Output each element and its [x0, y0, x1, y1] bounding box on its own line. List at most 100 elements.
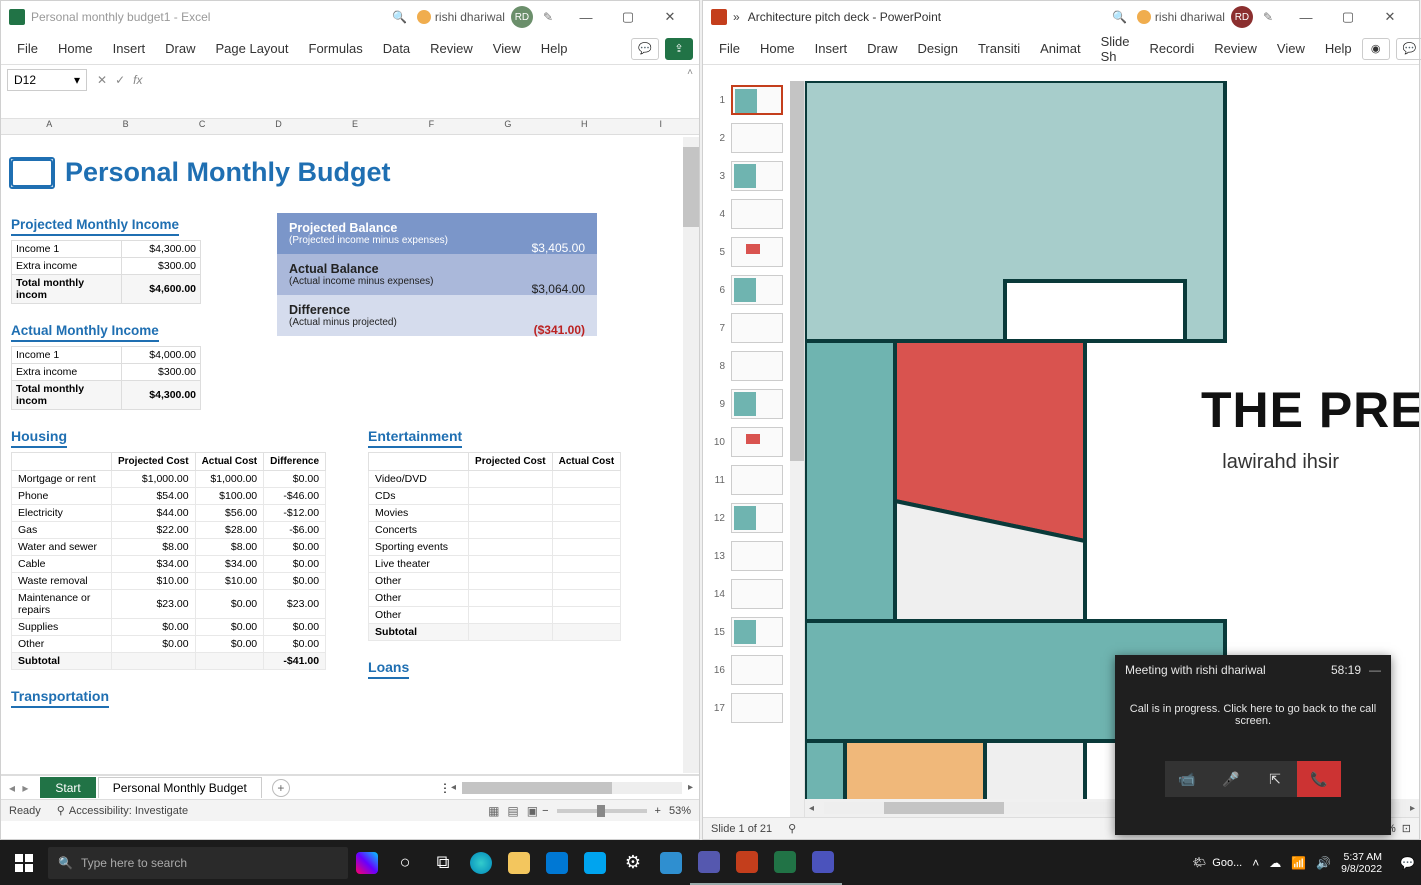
excel-horizontal-scrollbar[interactable]: ⋮◂▸: [290, 781, 699, 795]
maximize-button[interactable]: ▢: [1327, 1, 1369, 33]
store-icon[interactable]: [576, 840, 614, 885]
view-mode-icons[interactable]: ▦▤▣: [484, 804, 542, 818]
warning-icon[interactable]: [1137, 10, 1151, 24]
ribbon-tab-help[interactable]: Help: [531, 33, 578, 65]
slide-title[interactable]: THE PREP: [1201, 381, 1419, 439]
slide-thumbnail-10[interactable]: 10: [703, 423, 804, 461]
enter-icon[interactable]: ✓: [115, 73, 125, 87]
warning-icon[interactable]: [417, 10, 431, 24]
close-button[interactable]: ✕: [1369, 1, 1411, 33]
slide-thumbnail-8[interactable]: 8: [703, 347, 804, 385]
user-avatar[interactable]: RD: [511, 6, 533, 28]
excel-taskbar-icon[interactable]: [766, 840, 804, 885]
ribbon-tab-help[interactable]: Help: [1315, 33, 1362, 65]
slide-thumbnail-7[interactable]: 7: [703, 309, 804, 347]
ribbon-tab-draw[interactable]: Draw: [857, 33, 907, 65]
zoom-in-icon[interactable]: +: [655, 805, 661, 817]
ribbon-tab-file[interactable]: File: [709, 33, 750, 65]
ribbon-tab-draw[interactable]: Draw: [155, 33, 205, 65]
wifi-icon[interactable]: 📶: [1291, 856, 1306, 870]
call-message[interactable]: Call is in progress. Click here to go ba…: [1115, 685, 1391, 741]
zoom-slider[interactable]: [557, 809, 647, 813]
share-screen-button[interactable]: ⇱: [1253, 761, 1297, 797]
slide-thumbnail-5[interactable]: 5: [703, 233, 804, 271]
minimize-call-icon[interactable]: —: [1369, 663, 1381, 677]
ribbon-tab-file[interactable]: File: [7, 33, 48, 65]
chevron-right-icon[interactable]: »: [733, 10, 740, 24]
slide-thumbnail-3[interactable]: 3: [703, 157, 804, 195]
slide-thumbnail-9[interactable]: 9: [703, 385, 804, 423]
notifications-icon[interactable]: 💬: [1400, 856, 1415, 870]
add-sheet-button[interactable]: +: [272, 779, 290, 797]
chevron-down-icon[interactable]: ▾: [74, 73, 80, 87]
slide-thumbnail-11[interactable]: 11: [703, 461, 804, 499]
comments-icon[interactable]: 💬: [631, 38, 659, 60]
powerpoint-taskbar-icon[interactable]: [728, 840, 766, 885]
ribbon-tab-insert[interactable]: Insert: [103, 33, 156, 65]
zoom-level[interactable]: 53%: [669, 805, 691, 817]
slide-thumbnail-13[interactable]: 13: [703, 537, 804, 575]
slide-subtitle[interactable]: lawirahd ihsir: [1222, 451, 1339, 474]
slide-thumbnail-15[interactable]: 15: [703, 613, 804, 651]
ribbon-tab-review[interactable]: Review: [1204, 33, 1267, 65]
slide-thumbnail-6[interactable]: 6: [703, 271, 804, 309]
name-box[interactable]: D12▾: [7, 69, 87, 91]
teams-call-overlay[interactable]: Meeting with rishi dhariwal 58:19 — Call…: [1115, 655, 1391, 835]
onedrive-icon[interactable]: ☁: [1269, 856, 1281, 870]
tray-chevron-icon[interactable]: ˄: [1252, 856, 1259, 870]
teams-icon[interactable]: [690, 840, 728, 885]
edge-icon[interactable]: [462, 840, 500, 885]
formula-input[interactable]: [150, 69, 699, 115]
start-button[interactable]: [0, 840, 48, 885]
camera-button[interactable]: 📹: [1165, 761, 1209, 797]
ribbon-tab-recording[interactable]: Recordi: [1140, 33, 1205, 65]
ribbon-tab-formulas[interactable]: Formulas: [299, 33, 373, 65]
ribbon-tab-page-layout[interactable]: Page Layout: [206, 33, 299, 65]
slide-thumbnail-1[interactable]: 1: [703, 81, 804, 119]
minimize-button[interactable]: —: [565, 1, 607, 33]
volume-icon[interactable]: 🔊: [1316, 856, 1331, 870]
zoom-out-icon[interactable]: −: [542, 805, 548, 817]
slide-thumbnail-16[interactable]: 16: [703, 651, 804, 689]
ribbon-tab-design[interactable]: Design: [908, 33, 968, 65]
sheet-tab-start[interactable]: Start: [40, 777, 95, 798]
ribbon-tab-home[interactable]: Home: [750, 33, 805, 65]
ribbon-tab-data[interactable]: Data: [373, 33, 420, 65]
user-avatar[interactable]: RD: [1231, 6, 1253, 28]
ribbon-tab-view[interactable]: View: [1267, 33, 1315, 65]
fit-to-window-icon[interactable]: ⊡: [1402, 822, 1411, 835]
slide-thumbnail-17[interactable]: 17: [703, 689, 804, 727]
rainbow-icon[interactable]: [348, 840, 386, 885]
maximize-button[interactable]: ▢: [607, 1, 649, 33]
file-explorer-icon[interactable]: [500, 840, 538, 885]
mic-button[interactable]: 🎤: [1209, 761, 1253, 797]
fx-icon[interactable]: fx: [133, 73, 142, 87]
thumbnail-scrollbar[interactable]: [790, 81, 804, 817]
close-button[interactable]: ✕: [649, 1, 691, 33]
search-icon[interactable]: 🔍: [392, 10, 407, 24]
ribbon-tab-transition[interactable]: Transiti: [968, 33, 1030, 65]
sheet-nav-arrows[interactable]: ◂ ▸: [1, 781, 38, 795]
accessibility-status[interactable]: Accessibility: Investigate: [69, 805, 188, 817]
hangup-button[interactable]: 📞: [1297, 761, 1341, 797]
expand-formula-bar-icon[interactable]: ˄: [687, 67, 693, 78]
record-icon[interactable]: ◉: [1362, 38, 1390, 60]
ribbon-tab-insert[interactable]: Insert: [805, 33, 858, 65]
comments-icon[interactable]: 💬: [1396, 38, 1421, 60]
accessibility-icon[interactable]: ⚲: [57, 804, 65, 817]
ribbon-tab-slideshow[interactable]: Slide Sh: [1091, 33, 1140, 65]
ribbon-tab-review[interactable]: Review: [420, 33, 483, 65]
pen-icon[interactable]: ✎: [1263, 10, 1273, 24]
slide-thumbnail-2[interactable]: 2: [703, 119, 804, 157]
mail-icon[interactable]: [538, 840, 576, 885]
sheet-area[interactable]: Personal Monthly Budget Projected Monthl…: [1, 135, 699, 775]
teams-taskbar-icon[interactable]: [804, 840, 842, 885]
cortana-icon[interactable]: ○: [386, 840, 424, 885]
calculator-icon[interactable]: [652, 840, 690, 885]
minimize-button[interactable]: —: [1285, 1, 1327, 33]
share-button[interactable]: ⇪: [665, 38, 693, 60]
slide-thumbnail-14[interactable]: 14: [703, 575, 804, 613]
slide-thumbnail-4[interactable]: 4: [703, 195, 804, 233]
pen-icon[interactable]: ✎: [543, 10, 553, 24]
ribbon-tab-view[interactable]: View: [483, 33, 531, 65]
